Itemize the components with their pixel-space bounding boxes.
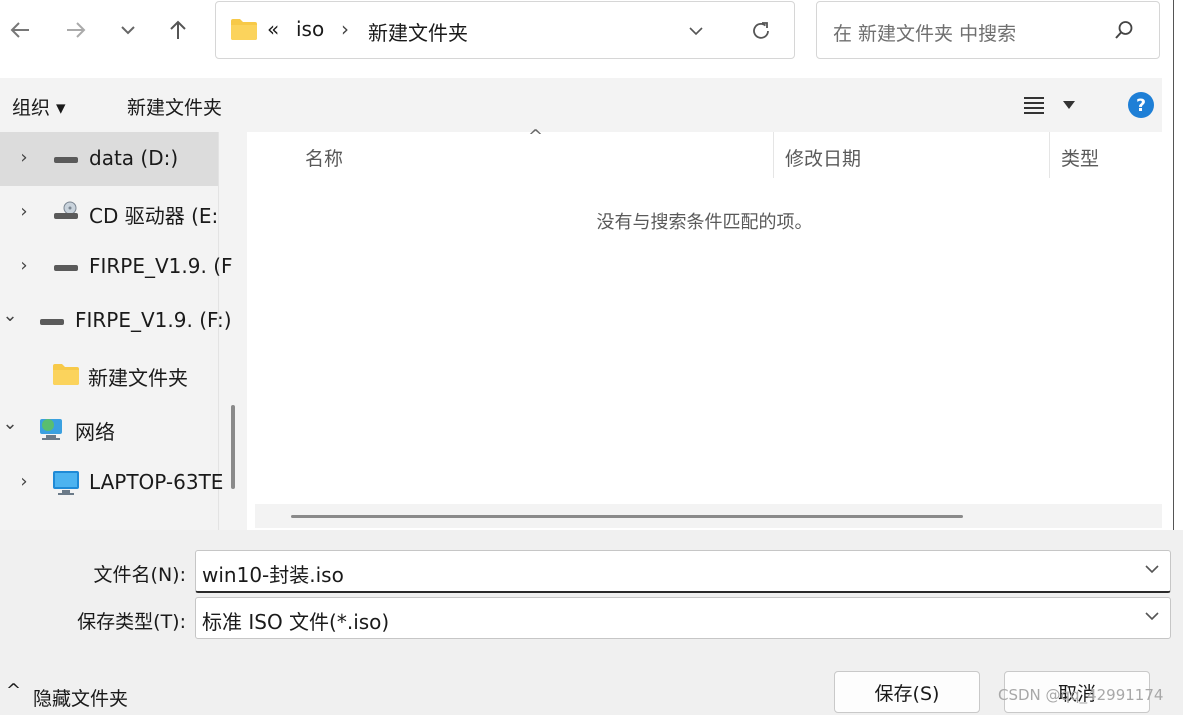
nav-item-label: data (D:) (89, 146, 179, 170)
horizontal-scrollbar-thumb[interactable] (291, 515, 963, 518)
address-bar[interactable]: « iso › 新建文件夹 (215, 1, 795, 59)
column-header-type[interactable]: 类型 (1061, 144, 1099, 171)
column-header-name[interactable]: 名称 (305, 144, 343, 171)
hide-folders-toggle[interactable]: ^ 隐藏文件夹 (4, 680, 144, 710)
network-icon (40, 419, 62, 440)
arrow-right-icon (67, 22, 86, 38)
collapse-chevron-icon[interactable]: ⌄ (0, 413, 20, 434)
column-header-date-modified[interactable]: 修改日期 (785, 144, 861, 171)
svg-text:?: ? (1136, 96, 1146, 116)
save-button[interactable]: 保存(S) (834, 671, 980, 713)
chevron-up-icon: ^ (6, 680, 22, 701)
hide-folders-label: 隐藏文件夹 (33, 688, 129, 710)
nav-item-label: LAPTOP-63TE (89, 470, 224, 494)
folder-icon (53, 364, 79, 385)
expand-chevron-icon[interactable]: › (14, 147, 34, 168)
nav-item-label: 新建文件夹 (88, 366, 188, 390)
new-folder-button[interactable]: 新建文件夹 (127, 93, 222, 120)
folder-icon (231, 19, 257, 40)
collapse-chevron-icon[interactable]: ⌄ (0, 305, 20, 326)
nav-item-label: 网络 (75, 420, 115, 444)
file-list: ^ 名称 修改日期 类型 没有与搜索条件匹配的项。 (247, 126, 1162, 530)
filename-dropdown-icon[interactable] (1144, 561, 1160, 577)
view-dropdown-icon[interactable] (1061, 99, 1077, 111)
nav-item-laptop[interactable]: › LAPTOP-63TE (0, 456, 223, 510)
nav-item-label: FIRPE_V1.9. (F:) (75, 308, 232, 332)
breadcrumb-new-folder[interactable]: 新建文件夹 (368, 17, 468, 46)
drive-icon (54, 265, 78, 271)
search-icon[interactable] (1113, 19, 1135, 41)
search-input[interactable]: 在 新建文件夹 中搜索 (833, 19, 1016, 46)
nav-item-network[interactable]: ⌄ 网络 (0, 402, 218, 456)
cd-drive-icon (54, 201, 78, 219)
expand-chevron-icon[interactable]: › (14, 255, 34, 276)
column-separator[interactable] (773, 132, 774, 178)
nav-item-new-folder[interactable]: 新建文件夹 (0, 348, 218, 402)
back-button[interactable] (0, 10, 40, 50)
filename-label: 文件名(N): (93, 564, 186, 586)
search-box[interactable]: 在 新建文件夹 中搜索 (816, 1, 1160, 59)
expand-chevron-icon[interactable]: › (14, 471, 34, 492)
nav-item-cd-drive[interactable]: › CD 驱动器 (E: (0, 186, 218, 240)
nav-item-data-drive[interactable]: › data (D:) (0, 132, 218, 186)
filetype-value: 标准 ISO 文件(*.iso) (202, 610, 390, 634)
nav-item-firpe-drive-expanded[interactable]: ⌄ FIRPE_V1.9. (F:) (0, 294, 231, 348)
refresh-icon[interactable] (750, 20, 772, 42)
sort-ascending-icon: ^ (528, 126, 544, 147)
filetype-label: 保存类型(T): (77, 611, 186, 633)
column-separator[interactable] (1049, 132, 1050, 178)
up-button[interactable] (158, 10, 198, 50)
breadcrumb-overflow[interactable]: « (267, 17, 279, 41)
view-options-icon[interactable] (1022, 95, 1046, 115)
drive-icon (54, 157, 78, 163)
drive-icon (40, 319, 64, 325)
nav-pane-scrollbar[interactable] (231, 405, 235, 489)
horizontal-scrollbar[interactable] (255, 504, 1162, 528)
arrow-left-icon (10, 22, 29, 38)
computer-icon (53, 471, 79, 495)
filetype-dropdown-icon[interactable] (1144, 608, 1160, 624)
filetype-select[interactable]: 标准 ISO 文件(*.iso) (195, 597, 1171, 639)
nav-item-firpe-drive[interactable]: › FIRPE_V1.9. (F (0, 240, 232, 294)
chevron-down-icon (121, 26, 135, 35)
command-bar: 组织 ▾ 新建文件夹 ? (0, 78, 1162, 132)
address-dropdown-icon[interactable] (688, 24, 704, 38)
nav-item-label: FIRPE_V1.9. (F (89, 254, 233, 278)
recent-locations-button[interactable] (108, 10, 148, 50)
breadcrumb-separator-icon: › (341, 17, 349, 41)
navigation-pane: › data (D:) › CD 驱动器 (E: › FIRPE_V1.9. (… (0, 132, 247, 530)
empty-message: 没有与搜索条件匹配的项。 (596, 212, 813, 233)
expand-chevron-icon[interactable]: › (14, 201, 34, 222)
help-icon[interactable]: ? (1126, 90, 1156, 120)
watermark: CSDN @qq_42991174 (998, 686, 1164, 704)
organize-button[interactable]: 组织 ▾ (12, 93, 66, 120)
breadcrumb-iso[interactable]: iso (296, 17, 324, 41)
filename-input[interactable]: win10-封装.iso (202, 559, 344, 588)
arrow-up-icon (170, 20, 186, 39)
nav-item-label: CD 驱动器 (E: (89, 204, 219, 228)
filename-field[interactable]: win10-封装.iso (195, 550, 1171, 593)
forward-button[interactable] (56, 10, 96, 50)
